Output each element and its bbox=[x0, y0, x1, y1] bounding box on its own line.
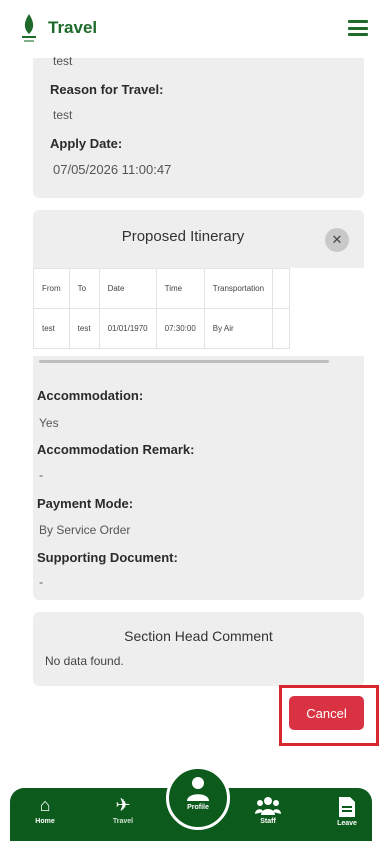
table-cell: 01/01/1970 bbox=[98, 308, 157, 349]
nav-item-home[interactable]: ⌂ Home bbox=[20, 794, 70, 825]
reason-value: test bbox=[53, 108, 73, 122]
nav-label: Leave bbox=[337, 820, 357, 827]
nav-item-staff[interactable]: Staff bbox=[243, 796, 293, 825]
users-icon bbox=[255, 797, 281, 815]
itinerary-table[interactable]: From To Date Time Transportation test te… bbox=[33, 268, 364, 356]
nav-item-travel[interactable]: ✈ Travel bbox=[98, 794, 148, 825]
cancel-button[interactable]: Cancel bbox=[289, 696, 364, 730]
apply-date-label: Apply Date: bbox=[50, 136, 123, 151]
table-cell: By Air bbox=[203, 308, 274, 349]
payment-mode-label: Payment Mode: bbox=[37, 496, 134, 511]
nav-item-profile[interactable]: Profile bbox=[173, 776, 223, 811]
section-head-comment-title: Section Head Comment bbox=[124, 628, 273, 644]
section-head-comment-text: No data found. bbox=[45, 654, 124, 668]
close-icon[interactable]: ✕ bbox=[325, 228, 349, 252]
accommodation-remark-label: Accommodation Remark: bbox=[37, 442, 195, 457]
app-header: Travel bbox=[0, 0, 382, 58]
document-icon bbox=[339, 797, 355, 817]
table-row: test test 01/01/1970 07:30:00 By Air bbox=[33, 308, 291, 349]
accommodation-label: Accommodation: bbox=[37, 388, 144, 403]
table-cell: test bbox=[68, 308, 100, 349]
column-header: Date bbox=[98, 268, 157, 309]
table-scrollbar[interactable] bbox=[39, 360, 329, 363]
section-head-comment-card: Section Head Comment No data found. bbox=[33, 612, 364, 686]
column-header: Time bbox=[155, 268, 205, 309]
table-header-row: From To Date Time Transportation bbox=[33, 268, 291, 309]
nav-label: Home bbox=[35, 818, 55, 825]
accommodation-value: Yes bbox=[39, 416, 59, 430]
logo-icon bbox=[22, 14, 36, 42]
hamburger-menu-icon[interactable] bbox=[348, 20, 368, 36]
column-header: To bbox=[68, 268, 100, 309]
user-icon bbox=[187, 777, 209, 801]
column-header: From bbox=[33, 268, 70, 309]
supporting-document-value: - bbox=[39, 575, 43, 589]
column-header: Transportation bbox=[203, 268, 274, 309]
table-cell: 07:30:00 bbox=[155, 308, 205, 349]
nav-item-leave[interactable]: Leave bbox=[322, 796, 372, 827]
apply-date-value: 07/05/2026 11:00:47 bbox=[53, 162, 172, 177]
home-icon: ⌂ bbox=[39, 795, 51, 815]
payment-mode-value: By Service Order bbox=[39, 523, 131, 537]
page-title: Travel bbox=[48, 18, 98, 37]
itinerary-title: Proposed Itinerary bbox=[121, 228, 245, 245]
nav-label: Staff bbox=[260, 818, 276, 825]
nav-label: Travel bbox=[112, 818, 134, 825]
accommodation-remark-value: - bbox=[39, 468, 43, 482]
supporting-document-label: Supporting Document: bbox=[37, 550, 178, 565]
table-cell: test bbox=[33, 308, 70, 349]
previous-field-value: test bbox=[53, 54, 73, 68]
reason-label: Reason for Travel: bbox=[50, 82, 164, 97]
itinerary-card: Proposed Itinerary ✕ From To Date Time T… bbox=[33, 210, 364, 600]
airplane-icon: ✈ bbox=[115, 795, 131, 815]
table-cell bbox=[272, 308, 291, 349]
nav-label: Profile bbox=[187, 804, 209, 811]
travel-details-card: test Reason for Travel: test Apply Date:… bbox=[33, 54, 364, 198]
column-header bbox=[272, 268, 291, 309]
